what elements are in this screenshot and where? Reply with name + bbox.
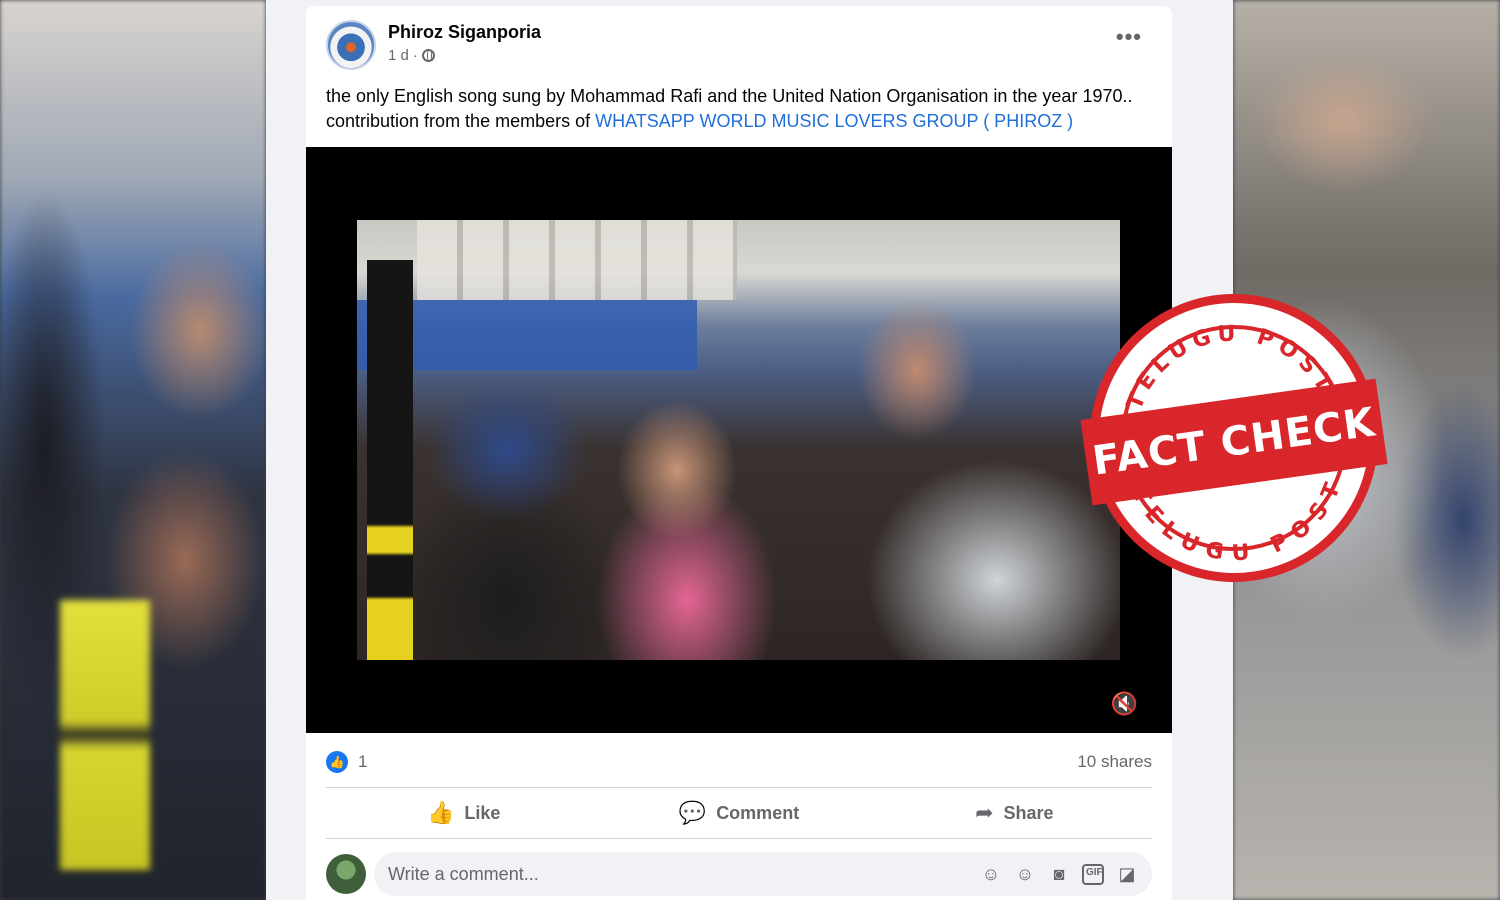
avatar-sticker-icon[interactable]: ☺ [980, 864, 1002, 885]
post-header: Phiroz Siganporia 1 d · [326, 20, 541, 70]
author-avatar[interactable] [326, 20, 376, 70]
video-frame [357, 220, 1120, 660]
mute-icon[interactable]: 🔇 [1111, 691, 1138, 717]
divider-bottom [326, 838, 1152, 839]
striped-pole [367, 260, 413, 660]
post-time[interactable]: 1 d [388, 47, 409, 64]
comment-input[interactable]: Write a comment... ☺ ☺ ◙ GIF ◪ [374, 852, 1152, 896]
current-user-avatar[interactable] [326, 854, 366, 894]
more-options-icon[interactable]: ••• [1116, 26, 1142, 48]
group-link[interactable]: WHATSAPP WORLD MUSIC LOVERS GROUP ( PHIR… [595, 111, 1073, 131]
emoji-icon[interactable]: ☺ [1014, 864, 1036, 885]
like-label: Like [464, 802, 501, 823]
blurred-background-left [0, 0, 266, 900]
video-player[interactable]: 🔇 [306, 147, 1172, 733]
share-arrow-icon: ➦ [975, 800, 994, 825]
comment-placeholder: Write a comment... [388, 863, 539, 884]
facebook-post: Phiroz Siganporia 1 d · ••• the only Eng… [306, 6, 1172, 900]
reaction-count: 1 [358, 752, 368, 771]
comment-composer: Write a comment... ☺ ☺ ◙ GIF ◪ [326, 852, 1152, 896]
author-name[interactable]: Phiroz Siganporia [388, 22, 541, 43]
divider-top [326, 787, 1152, 788]
gif-icon[interactable]: GIF [1082, 863, 1104, 885]
camera-icon[interactable]: ◙ [1048, 864, 1070, 885]
like-button[interactable]: 👍 Like [326, 791, 601, 835]
share-label: Share [1003, 802, 1054, 823]
post-meta: Phiroz Siganporia 1 d · [388, 22, 541, 64]
station-arches [417, 220, 737, 300]
share-button[interactable]: ➦ Share [877, 791, 1152, 835]
comment-tools: ☺ ☺ ◙ GIF ◪ [980, 863, 1138, 885]
thumbs-up-icon: 👍 [426, 800, 455, 825]
action-bar: 👍 Like 💬 Comment ➦ Share [326, 791, 1152, 835]
like-reaction-icon: 👍 [326, 751, 348, 773]
comment-bubble-icon: 💬 [678, 800, 707, 825]
post-text: the only English song sung by Mohammad R… [326, 84, 1152, 134]
post-stats: 👍 1 10 shares [326, 751, 1152, 773]
blurred-pole [60, 600, 150, 870]
globe-icon [421, 49, 435, 62]
sticker-icon[interactable]: ◪ [1116, 864, 1138, 885]
reaction-summary[interactable]: 👍 1 [326, 751, 367, 773]
post-time-row: 1 d · [388, 47, 541, 64]
comment-label: Comment [716, 802, 800, 823]
comment-button[interactable]: 💬 Comment [601, 791, 876, 835]
share-count[interactable]: 10 shares [1077, 752, 1152, 772]
fact-check-stamp: TELUGU POST TELUGU POST FACT CHECK [1080, 294, 1388, 582]
